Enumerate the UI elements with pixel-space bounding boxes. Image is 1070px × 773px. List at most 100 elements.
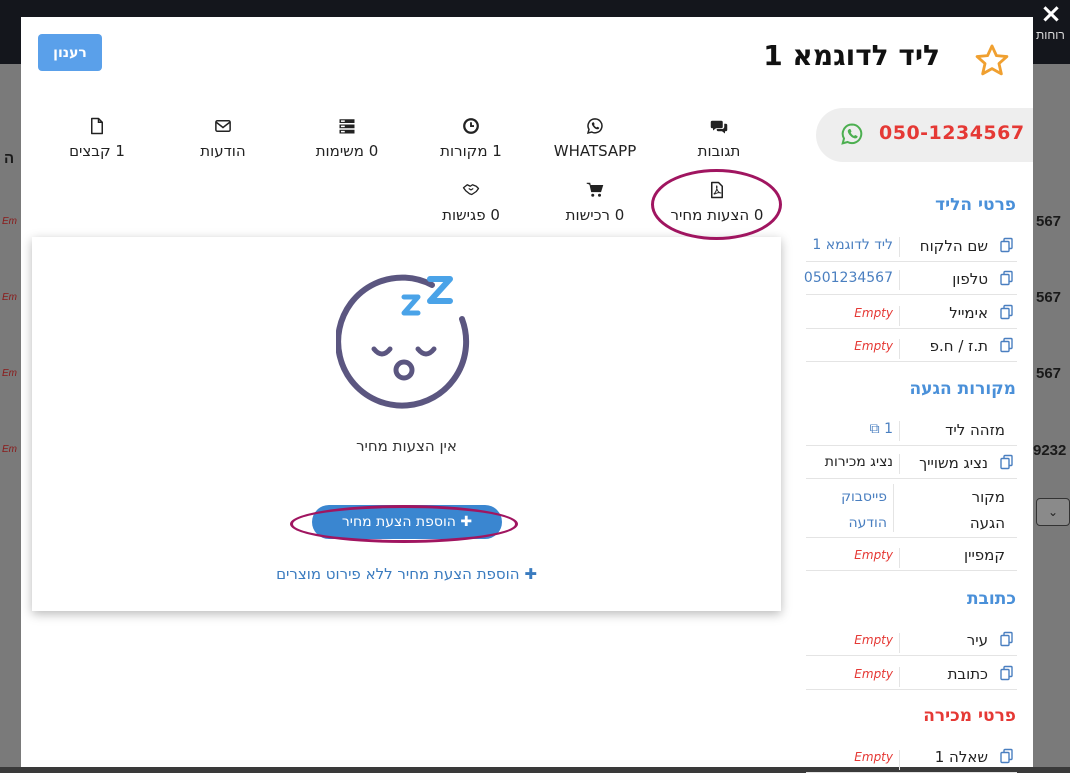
field-row-lead-id: מזהה ליד 1 ⧉ bbox=[806, 413, 1017, 446]
field-value[interactable]: 0501234567 bbox=[804, 270, 900, 290]
background-text: רוחות bbox=[1036, 28, 1065, 42]
add-price-quote-button[interactable]: ✚ הוספת הצעת מחיר bbox=[312, 505, 502, 539]
comments-icon bbox=[710, 120, 728, 134]
tab-comments[interactable]: תגובות bbox=[659, 117, 779, 163]
add-quote-without-products-label: הוספת הצעת מחיר ללא פירוט מוצרים bbox=[276, 565, 520, 583]
tab-label: WHATSAPP bbox=[553, 142, 637, 160]
field-row-lead-source: מקור הגעה פייסבוק הודעה bbox=[806, 480, 1017, 538]
tab-label: 0 רכישות bbox=[565, 206, 625, 224]
field-label: מזהה ליד bbox=[945, 421, 1005, 439]
quotes-panel: אין הצעות מחיר ✚ הוספת הצעת מחיר ✚ הוספת… bbox=[32, 237, 781, 611]
sleeping-face-icon bbox=[336, 274, 470, 409]
background-text: 567 bbox=[1036, 365, 1062, 382]
field-label: אימייל bbox=[949, 304, 988, 322]
lead-modal: רענון ליד לדוגמא 1 050-1234567 תגובות WH… bbox=[21, 17, 1033, 773]
star-icon[interactable] bbox=[972, 42, 1012, 80]
copy-icon[interactable] bbox=[999, 304, 1015, 320]
page-title: ליד לדוגמא 1 bbox=[763, 39, 940, 72]
field-label: עיר bbox=[966, 631, 988, 649]
handshake-icon bbox=[462, 184, 480, 196]
close-icon[interactable]: × bbox=[1040, 1, 1062, 27]
refresh-button[interactable]: רענון bbox=[38, 34, 102, 71]
tab-files[interactable]: 1 קבצים bbox=[37, 117, 157, 163]
field-label: ת.ז / ח.פ bbox=[929, 337, 988, 355]
add-quote-without-products-link[interactable]: ✚ הוספת הצעת מחיר ללא פירוט מוצרים bbox=[32, 565, 781, 583]
copy-icon[interactable] bbox=[999, 748, 1015, 764]
background-text: Em bbox=[2, 292, 17, 303]
tab-tasks[interactable]: 0 משימות bbox=[287, 117, 407, 163]
field-label: מקור הגעה bbox=[969, 488, 1005, 532]
field-label: שאלה 1 bbox=[934, 748, 988, 766]
tab-messages[interactable]: הודעות bbox=[163, 117, 283, 163]
field-value[interactable]: Empty bbox=[806, 750, 900, 770]
copy-icon[interactable] bbox=[999, 237, 1015, 253]
phone-pill[interactable]: 050-1234567 bbox=[816, 108, 1033, 162]
field-value[interactable]: פייסבוק הודעה bbox=[806, 484, 894, 532]
section-title-lead-details: פרטי הליד bbox=[935, 195, 1016, 215]
background-table-right bbox=[1033, 64, 1070, 767]
field-row-campaign: קמפיין Empty bbox=[806, 538, 1017, 571]
field-value[interactable]: 1 ⧉ bbox=[806, 421, 900, 441]
tab-label: תגובות bbox=[697, 142, 741, 160]
background-text: 9232 bbox=[1033, 442, 1067, 459]
copy-icon[interactable] bbox=[999, 454, 1015, 470]
background-text: 567 bbox=[1036, 289, 1062, 306]
background-text: 567 bbox=[1036, 213, 1062, 230]
plus-icon: ✚ bbox=[524, 565, 537, 583]
copy-icon[interactable] bbox=[999, 337, 1015, 353]
field-value[interactable]: Empty bbox=[806, 548, 900, 568]
tab-label: 0 הצעות מחיר bbox=[670, 206, 764, 224]
field-row-phone: טלפון 0501234567 bbox=[804, 262, 1017, 295]
tab-price-quotes[interactable]: 0 הצעות מחיר bbox=[657, 177, 777, 237]
copy-icon[interactable] bbox=[999, 631, 1015, 647]
field-row-city: עיר Empty bbox=[806, 623, 1017, 656]
field-value[interactable]: Empty bbox=[806, 667, 900, 687]
field-row-customer-name: שם הלקוח ליד לדוגמא 1 bbox=[806, 229, 1017, 262]
field-row-assigned-agent: נציג משוייך נציג מכירות bbox=[806, 446, 1017, 479]
tab-label: 0 משימות bbox=[315, 142, 379, 160]
tab-sources[interactable]: 1 מקורות bbox=[411, 117, 531, 163]
section-title-address: כתובת bbox=[966, 589, 1016, 609]
field-value[interactable]: ליד לדוגמא 1 bbox=[806, 237, 900, 257]
plus-icon: ✚ bbox=[460, 514, 473, 530]
background-text: Em bbox=[2, 444, 17, 455]
section-title-sources: מקורות הגעה bbox=[909, 379, 1016, 399]
tab-label: 1 קבצים bbox=[69, 142, 125, 160]
whatsapp-icon[interactable] bbox=[840, 122, 864, 146]
tab-label: 0 פגישות bbox=[442, 206, 500, 224]
field-value[interactable]: Empty bbox=[806, 633, 900, 653]
lead-id-value[interactable]: 1 bbox=[884, 421, 893, 437]
file-icon bbox=[91, 117, 103, 135]
copy-icon[interactable] bbox=[999, 270, 1015, 286]
copy-icon[interactable] bbox=[999, 665, 1015, 681]
add-price-quote-label: הוספת הצעת מחיר bbox=[341, 514, 456, 530]
field-row-email: אימייל Empty bbox=[806, 296, 1017, 329]
background-select: ⌄ bbox=[1036, 498, 1070, 526]
field-value[interactable]: Empty bbox=[806, 306, 900, 326]
field-label: קמפיין bbox=[964, 546, 1005, 564]
pdf-file-icon bbox=[711, 181, 723, 199]
section-title-sale-details: פרטי מכירה bbox=[923, 706, 1016, 726]
tab-label: 1 מקורות bbox=[440, 142, 502, 160]
tab-purchases[interactable]: 0 רכישות bbox=[535, 181, 655, 227]
field-row-question-1: שאלה 1 Empty bbox=[806, 740, 1017, 773]
tab-meetings[interactable]: 0 פגישות bbox=[411, 181, 531, 227]
field-label: נציג משוייך bbox=[919, 454, 988, 472]
field-row-id-number: ת.ז / ח.פ Empty bbox=[806, 329, 1017, 362]
field-label: טלפון bbox=[952, 270, 988, 288]
field-value[interactable]: נציג מכירות bbox=[806, 454, 900, 474]
phone-number[interactable]: 050-1234567 bbox=[879, 122, 1025, 144]
external-link-icon[interactable]: ⧉ bbox=[870, 421, 880, 437]
field-value[interactable]: Empty bbox=[806, 339, 900, 359]
background-text: Em bbox=[2, 216, 17, 227]
clock-icon bbox=[463, 118, 479, 134]
background-table-left bbox=[0, 64, 21, 767]
tab-label: הודעות bbox=[200, 142, 246, 160]
whatsapp-icon bbox=[586, 118, 603, 135]
background-text: ה bbox=[4, 150, 15, 167]
tab-whatsapp[interactable]: WHATSAPP bbox=[535, 117, 655, 163]
field-row-address: כתובת Empty bbox=[806, 657, 1017, 690]
background-text: Em bbox=[2, 368, 17, 379]
cart-icon bbox=[586, 182, 604, 197]
tasks-icon bbox=[339, 119, 355, 134]
